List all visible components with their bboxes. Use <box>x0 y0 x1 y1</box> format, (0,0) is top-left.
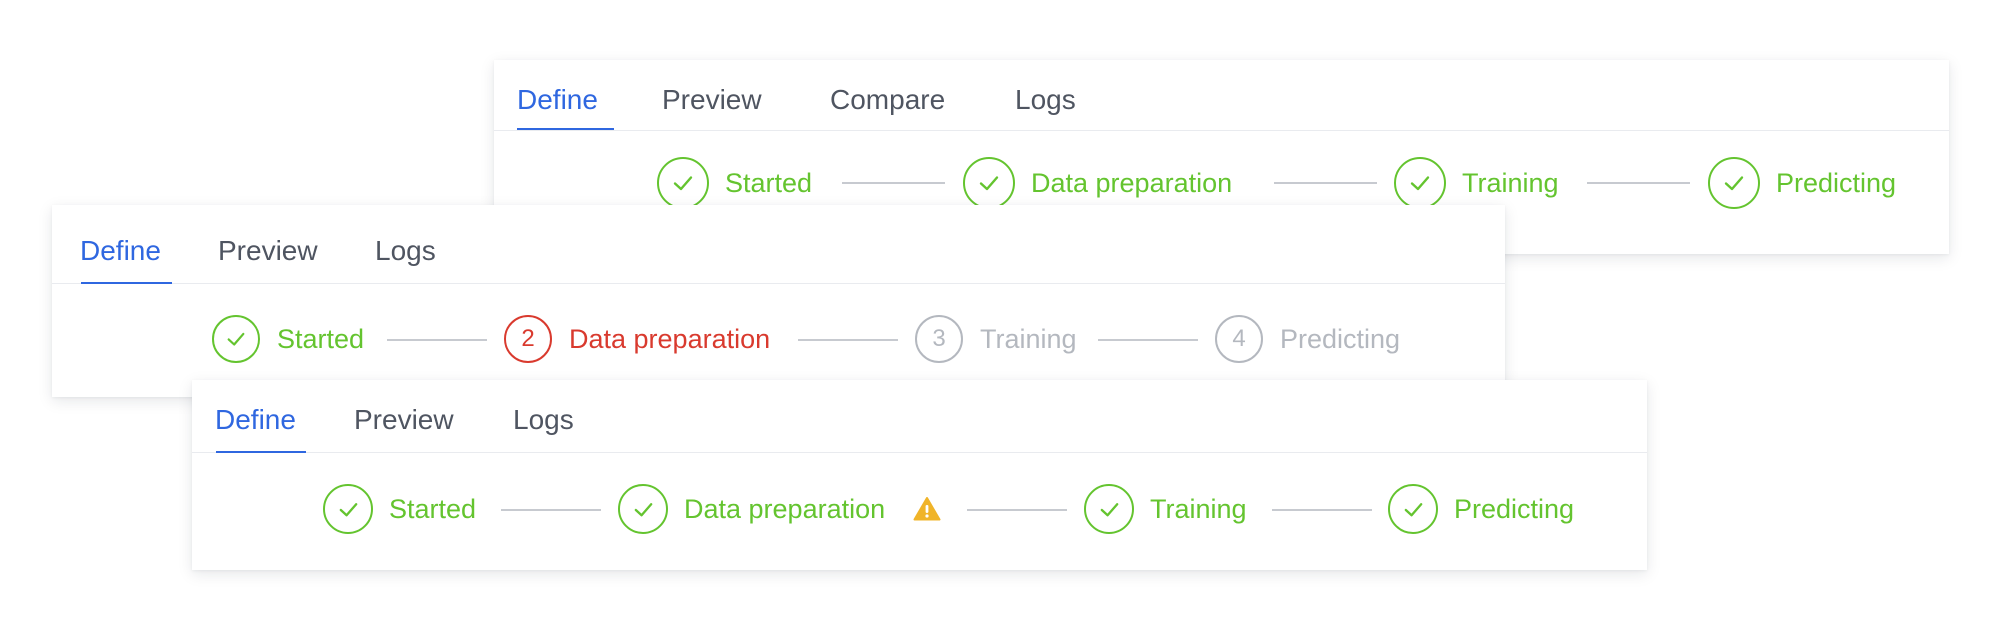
step-training-label: Training <box>1150 494 1247 524</box>
check-icon <box>1724 176 1744 191</box>
step-connector <box>387 339 487 341</box>
step-started-label: Started <box>389 494 477 524</box>
step-connector <box>967 509 1067 511</box>
step-connector <box>1098 339 1198 341</box>
tab-define[interactable]: Define <box>215 406 296 434</box>
step-number: 3 <box>932 325 946 352</box>
warning-icon <box>913 497 941 521</box>
step-connector <box>501 509 601 511</box>
step-number: 2 <box>521 325 535 352</box>
tab-logs[interactable]: Logs <box>513 406 574 434</box>
check-icon <box>634 502 652 516</box>
step-started-status <box>323 484 373 534</box>
step-started-label: Started <box>725 168 813 198</box>
step-training-label: Training <box>980 324 1077 354</box>
step-training-label: Training <box>1462 168 1559 198</box>
tab-bar: Define Preview Logs <box>192 380 1647 453</box>
step-predicting-status: 4 <box>1215 315 1263 363</box>
step-connector <box>1274 182 1377 184</box>
tab-preview[interactable]: Preview <box>218 237 318 265</box>
pipeline-stepper: Started Data preparation Training Predic… <box>192 452 1647 570</box>
check-icon <box>1100 502 1118 516</box>
tab-logs[interactable]: Logs <box>375 237 436 265</box>
tab-preview[interactable]: Preview <box>354 406 454 434</box>
step-data-preparation-status <box>963 157 1015 209</box>
step-data-preparation-label: Data preparation <box>569 324 771 354</box>
step-predicting-status <box>1388 484 1438 534</box>
check-icon <box>1410 176 1430 191</box>
step-number: 4 <box>1232 325 1246 352</box>
check-icon <box>673 176 693 191</box>
step-connector <box>842 182 945 184</box>
step-training-status <box>1394 157 1446 209</box>
step-started-status <box>212 315 260 363</box>
check-icon <box>1404 502 1422 516</box>
tab-preview[interactable]: Preview <box>662 86 762 114</box>
step-training-status: 3 <box>915 315 963 363</box>
tab-bar: Define Preview Logs <box>52 205 1505 284</box>
step-connector <box>798 339 898 341</box>
check-icon <box>979 176 999 191</box>
tab-define[interactable]: Define <box>80 237 161 265</box>
check-icon <box>339 502 357 516</box>
pipeline-panel-warning: Define Preview Logs Started Data prepara… <box>192 380 1647 570</box>
step-started-label: Started <box>277 324 365 354</box>
tab-bar: Define Preview Compare Logs <box>494 60 1949 131</box>
step-started-status <box>657 157 709 209</box>
tab-define[interactable]: Define <box>517 86 598 114</box>
tab-compare[interactable]: Compare <box>830 86 945 114</box>
tab-logs[interactable]: Logs <box>1015 86 1076 114</box>
step-predicting-label: Predicting <box>1776 168 1897 198</box>
step-data-preparation-label: Data preparation <box>684 494 886 524</box>
step-predicting-label: Predicting <box>1454 494 1575 524</box>
step-predicting-status <box>1708 157 1760 209</box>
step-data-preparation-status: 2 <box>504 315 552 363</box>
check-icon <box>227 332 245 346</box>
step-data-preparation-status <box>618 484 668 534</box>
step-data-preparation-label: Data preparation <box>1031 168 1233 198</box>
step-connector <box>1272 509 1372 511</box>
step-training-status <box>1084 484 1134 534</box>
step-connector <box>1587 182 1690 184</box>
pipeline-panel-error: Define Preview Logs Started 2 Data prepa… <box>52 205 1505 397</box>
step-predicting-label: Predicting <box>1280 324 1401 354</box>
